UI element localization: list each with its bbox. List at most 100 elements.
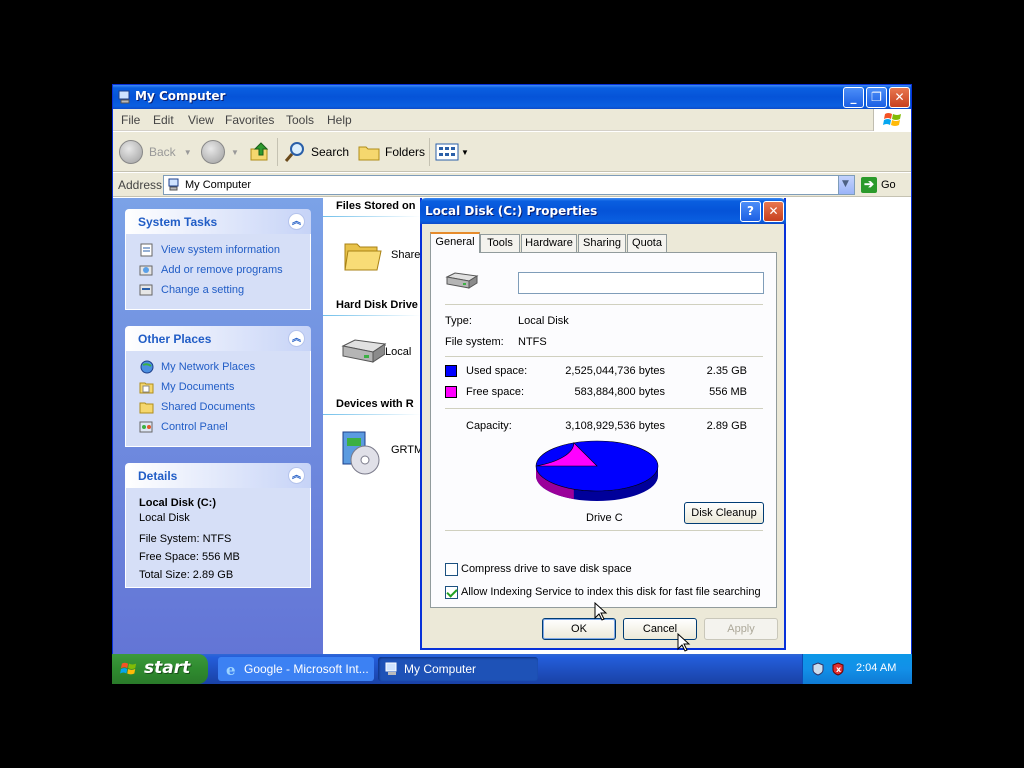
folders-button[interactable]: Folders [357, 137, 425, 167]
menu-bar: File Edit View Favorites Tools Help [113, 109, 911, 131]
menu-view[interactable]: View [188, 113, 214, 127]
svg-text:x: x [836, 665, 842, 674]
views-button[interactable]: ▼ [435, 137, 469, 167]
other-places-header[interactable]: Other Places ︽ [125, 326, 311, 351]
my-documents-link[interactable]: My Documents [126, 377, 310, 397]
menu-file[interactable]: File [121, 113, 140, 127]
address-input[interactable]: My Computer ▼ [163, 175, 855, 195]
disk-usage-pie [535, 440, 659, 501]
close-button[interactable]: ✕ [889, 87, 910, 108]
up-folder-icon [250, 142, 269, 161]
svg-text:e: e [226, 661, 236, 677]
local-disk-item[interactable]: Local [339, 336, 412, 373]
dialog-titlebar[interactable]: Local Disk (C:) Properties ? ✕ [420, 198, 786, 224]
group-removable-devices: Devices with R [336, 398, 414, 410]
minimize-button[interactable]: _ [843, 87, 864, 108]
menu-favorites[interactable]: Favorites [225, 113, 274, 127]
details-header[interactable]: Details ︽ [125, 463, 311, 488]
window-titlebar[interactable]: My Computer _ ❐ ✕ [113, 85, 911, 109]
cd-drive-item[interactable]: GRTM [339, 428, 423, 481]
taskbar-item-label: My Computer [404, 662, 477, 676]
collapse-chevron-icon[interactable]: ︽ [288, 467, 305, 484]
clock: 2:04 AM [856, 662, 897, 674]
tab-general[interactable]: General [430, 232, 480, 253]
shield-alert-icon[interactable]: x [831, 662, 845, 676]
start-label: start [144, 658, 191, 678]
capacity-size: 2.89 GB [706, 420, 747, 432]
link-label: Add or remove programs [161, 264, 283, 276]
back-dropdown-icon[interactable]: ▼ [184, 148, 192, 157]
disk-cleanup-button[interactable]: Disk Cleanup [684, 502, 764, 524]
help-button[interactable]: ? [740, 201, 761, 222]
search-label: Search [311, 145, 350, 159]
compress-checkbox[interactable] [445, 563, 458, 576]
capacity-label: Capacity: [466, 420, 512, 432]
dialog-close-button[interactable]: ✕ [763, 201, 784, 222]
details-name: Local Disk (C:) [139, 497, 217, 509]
address-label: Address [118, 178, 163, 192]
shared-folder-item[interactable]: Share [343, 236, 420, 279]
toolbar-separator [429, 138, 430, 166]
add-remove-programs-link[interactable]: Add or remove programs [126, 260, 310, 280]
go-arrow-icon: ➔ [861, 177, 877, 193]
menu-help[interactable]: Help [327, 113, 352, 127]
forward-button[interactable]: ▼ [201, 137, 239, 167]
search-button[interactable]: Search [283, 137, 349, 167]
add-remove-programs-icon [139, 265, 153, 276]
menu-tools[interactable]: Tools [286, 113, 314, 127]
link-label: My Network Places [161, 361, 256, 373]
capacity-bytes: 3,108,929,536 bytes [565, 420, 665, 432]
start-button[interactable]: start [112, 654, 208, 684]
mouse-cursor-icon [594, 602, 608, 621]
drive-icon [445, 272, 479, 289]
chevron-down-icon: ▼ [842, 179, 849, 189]
security-center-icon[interactable] [811, 662, 825, 676]
menu-edit[interactable]: Edit [153, 113, 174, 127]
my-network-places-link[interactable]: My Network Places [126, 357, 310, 377]
view-system-info-link[interactable]: View system information [126, 240, 310, 260]
free-space-swatch [445, 386, 457, 398]
separator [445, 356, 763, 357]
tab-tools[interactable]: Tools [480, 234, 520, 252]
up-folder-button[interactable] [249, 137, 271, 167]
indexing-checkbox[interactable] [445, 586, 458, 599]
tab-quota[interactable]: Quota [627, 234, 667, 252]
indexing-label: Allow Indexing Service to index this dis… [461, 586, 761, 598]
mouse-cursor-icon [677, 633, 691, 652]
shared-documents-link[interactable]: Shared Documents [126, 397, 310, 417]
collapse-chevron-icon[interactable]: ︽ [288, 330, 305, 347]
collapse-chevron-icon[interactable]: ︽ [288, 213, 305, 230]
system-tasks-header[interactable]: System Tasks ︽ [125, 209, 311, 234]
back-button[interactable]: Back ▼ [119, 137, 192, 167]
used-space-size: 2.35 GB [706, 365, 747, 377]
group-hard-disk-drives: Hard Disk Drive [336, 299, 418, 311]
desktop-screen: My Computer _ ❐ ✕ File Edit View Favorit… [112, 84, 912, 684]
folders-label: Folders [385, 145, 426, 159]
taskbar-item-my-computer[interactable]: My Computer [378, 657, 538, 681]
windows-flag-icon [120, 662, 137, 675]
other-places-panel: Other Places ︽ My Network Places My Docu… [125, 326, 311, 447]
go-button[interactable]: ➔ Go [861, 175, 907, 195]
free-space-size: 556 MB [709, 386, 747, 398]
taskbar-item-internet-explorer[interactable]: e Google - Microsoft Int... [218, 657, 374, 681]
change-setting-link[interactable]: Change a setting [126, 280, 310, 300]
forward-dropdown-icon[interactable]: ▼ [231, 148, 239, 157]
group-divider [323, 414, 421, 415]
apply-button[interactable]: Apply [704, 618, 778, 640]
internet-explorer-icon: e [226, 661, 236, 677]
control-panel-small-icon [139, 284, 153, 296]
windows-logo-icon [873, 109, 911, 131]
back-label: Back [149, 145, 176, 159]
drive-label-input[interactable] [518, 272, 764, 294]
tab-hardware[interactable]: Hardware [521, 234, 577, 252]
taskbar: start e Google - Microsoft Int... My Com… [112, 654, 912, 684]
details-total-size: Total Size: 2.89 GB [139, 569, 234, 581]
dialog-title: Local Disk (C:) Properties [425, 204, 598, 218]
system-tasks-title: System Tasks [138, 215, 218, 229]
tab-sharing[interactable]: Sharing [578, 234, 626, 252]
restore-button[interactable]: ❐ [866, 87, 887, 108]
control-panel-link[interactable]: Control Panel [126, 417, 310, 437]
used-space-bytes: 2,525,044,736 bytes [565, 365, 665, 377]
address-dropdown-button[interactable]: ▼ [838, 176, 854, 194]
cd-drive-icon [342, 431, 380, 475]
